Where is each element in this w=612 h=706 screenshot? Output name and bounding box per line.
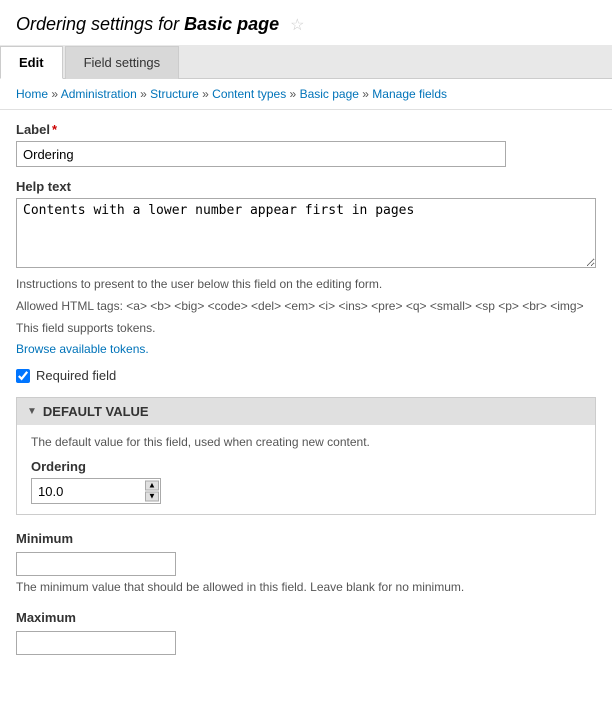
help-instructions-line3: This field supports tokens. <box>16 319 596 337</box>
required-star: * <box>52 122 57 137</box>
label-text: Label <box>16 122 50 137</box>
tab-edit[interactable]: Edit <box>0 46 63 79</box>
breadcrumb-basic-page[interactable]: Basic page <box>300 87 359 101</box>
required-checkbox[interactable] <box>16 369 30 383</box>
spinner-buttons: ▲ ▼ <box>145 481 159 502</box>
star-icon[interactable]: ☆ <box>290 17 304 34</box>
label-field-group: Label * <box>16 122 596 167</box>
collapse-icon: ▼ <box>27 406 37 417</box>
title-italic: Basic page <box>184 14 279 34</box>
label-field-label: Label * <box>16 122 596 137</box>
minimum-description: The minimum value that should be allowed… <box>16 580 596 594</box>
minimum-section: Minimum The minimum value that should be… <box>16 531 596 594</box>
ordering-input-wrapper: ▲ ▼ <box>31 478 161 504</box>
page-title: Ordering settings for Basic page ☆ <box>0 0 612 45</box>
breadcrumb: Home » Administration » Structure » Cont… <box>0 79 612 110</box>
default-value-body: The default value for this field, used w… <box>17 425 595 514</box>
breadcrumb-administration[interactable]: Administration <box>61 87 137 101</box>
help-text-label: Help text <box>16 179 596 194</box>
default-value-description: The default value for this field, used w… <box>31 435 581 449</box>
default-value-section: ▼ DEFAULT VALUE The default value for th… <box>16 397 596 515</box>
breadcrumb-manage-fields[interactable]: Manage fields <box>372 87 447 101</box>
tab-field-settings[interactable]: Field settings <box>65 46 180 79</box>
maximum-label: Maximum <box>16 610 596 625</box>
ordering-input[interactable] <box>31 478 161 504</box>
label-input[interactable] <box>16 141 506 167</box>
browse-tokens-link[interactable]: Browse available tokens. <box>16 342 149 356</box>
help-text-input[interactable]: Contents with a lower number appear firs… <box>16 198 596 268</box>
spinner-up-button[interactable]: ▲ <box>145 481 159 491</box>
maximum-section: Maximum <box>16 610 596 655</box>
spinner-down-button[interactable]: ▼ <box>145 492 159 502</box>
tabs-bar: Edit Field settings <box>0 45 612 79</box>
ordering-field-label: Ordering <box>31 459 581 474</box>
breadcrumb-content-types[interactable]: Content types <box>212 87 286 101</box>
breadcrumb-home[interactable]: Home <box>16 87 48 101</box>
help-instructions-line2: Allowed HTML tags: <a> <b> <big> <code> … <box>16 297 596 315</box>
minimum-label: Minimum <box>16 531 596 546</box>
minimum-input[interactable] <box>16 552 176 576</box>
default-value-title: DEFAULT VALUE <box>43 404 149 419</box>
help-text-group: Help text Contents with a lower number a… <box>16 179 596 356</box>
default-value-header[interactable]: ▼ DEFAULT VALUE <box>17 398 595 425</box>
breadcrumb-structure[interactable]: Structure <box>150 87 199 101</box>
maximum-input[interactable] <box>16 631 176 655</box>
required-field-label: Required field <box>36 368 116 383</box>
title-prefix: Ordering settings for <box>16 14 184 34</box>
content-area: Label * Help text Contents with a lower … <box>0 110 612 667</box>
help-instructions-line1: Instructions to present to the user belo… <box>16 275 596 293</box>
required-field-row: Required field <box>16 368 596 383</box>
